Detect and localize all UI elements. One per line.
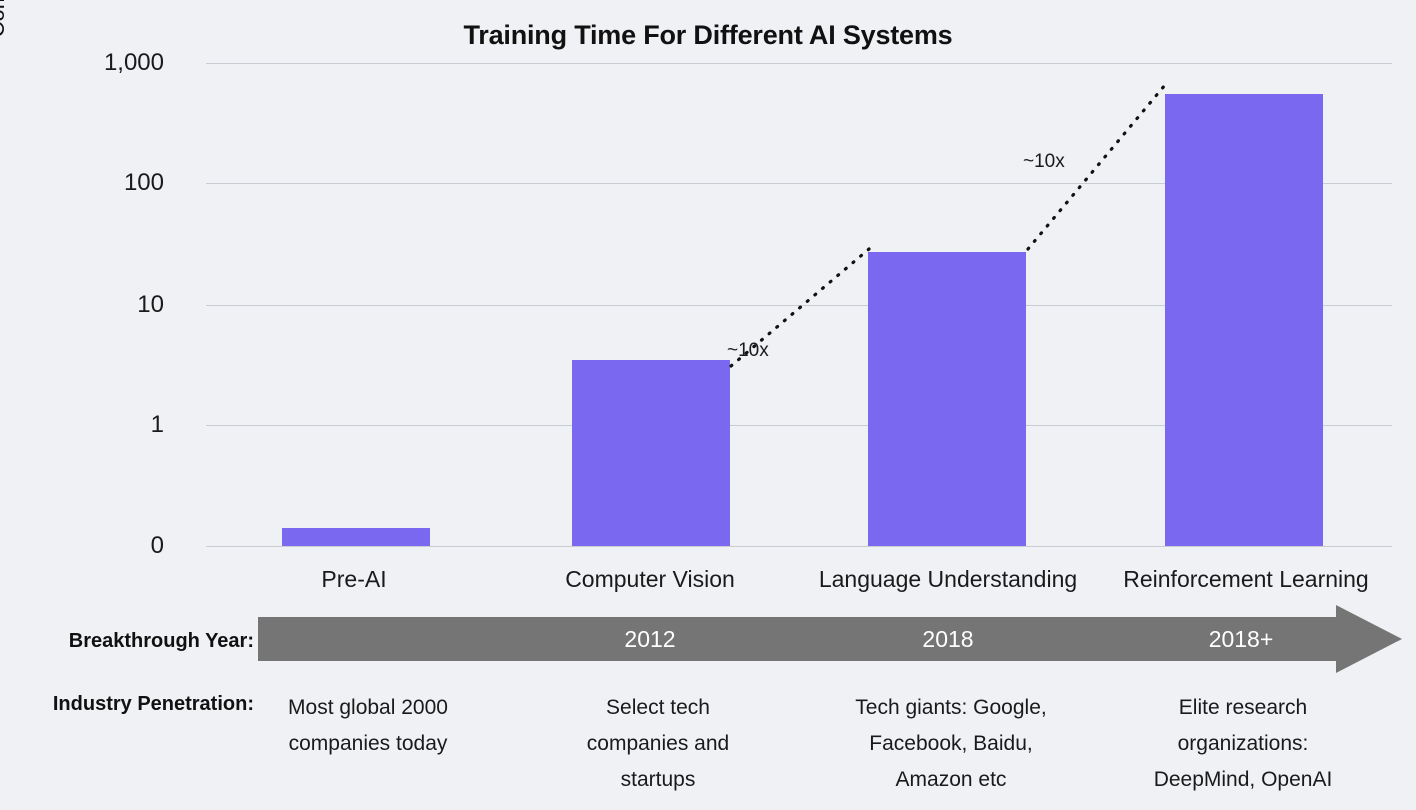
gridline-1000	[206, 63, 1392, 64]
growth-label-2: ~10x	[1023, 151, 1065, 172]
penetration-line: Amazon etc	[895, 768, 1007, 791]
growth-label-1: ~10x	[727, 340, 769, 361]
ytick-label-100: 100	[123, 169, 164, 196]
penetration-line: Select tech	[606, 696, 710, 719]
gridline-0	[206, 546, 1392, 547]
penetration-line: DeepMind, OpenAI	[1153, 768, 1333, 791]
chart-slide: Training Time For Different AI Systems C…	[0, 0, 1416, 810]
bar-pre-ai[interactable]	[282, 528, 430, 546]
breakthrough-year-value-computer-vision: 2012	[624, 626, 676, 652]
category-label-language-understanding: Language Understanding	[818, 566, 1078, 592]
penetration-line: Facebook, Baidu,	[869, 732, 1033, 755]
bar-language-understanding[interactable]	[868, 252, 1026, 546]
penetration-line: companies and	[586, 732, 730, 755]
penetration-line: startups	[620, 768, 696, 791]
breakthrough-year-value-language-understanding: 2018	[922, 626, 974, 652]
penetration-line: Most global 2000	[288, 696, 448, 719]
penetration-line: companies today	[288, 732, 448, 755]
category-label-computer-vision: Computer Vision	[565, 566, 735, 592]
ytick-label-0: 0	[150, 532, 164, 559]
penetration-line: organizations:	[1177, 732, 1309, 755]
industry-penetration-language-understanding: Tech giants: Google, Facebook, Baidu, Amaz…	[826, 690, 1076, 798]
penetration-line: Elite research	[1178, 696, 1308, 719]
category-label-pre-ai: Pre-AI	[321, 566, 387, 592]
penetration-line: Tech giants: Google,	[855, 696, 1047, 719]
breakthrough-year-value-reinforcement-learning: 2018+	[1208, 626, 1274, 652]
industry-penetration-reinforcement-learning: Elite research organizations: DeepMind, Op…	[1118, 690, 1368, 798]
industry-penetration-computer-vision: Select tech companies and startups	[540, 690, 776, 798]
industry-penetration-pre-ai: Most global 2000 companies today	[248, 690, 488, 762]
breakthrough-year-row-label: Breakthrough Year:	[68, 630, 254, 652]
bar-reinforcement-learning[interactable]	[1165, 94, 1323, 546]
ytick-label-1: 1	[150, 411, 164, 438]
bar-computer-vision[interactable]	[572, 360, 730, 546]
industry-penetration-row-label: Industry Penetration:	[52, 693, 254, 715]
plot-area: 1,000 100 10 1 0 ~10x ~10x	[104, 49, 1392, 559]
category-label-reinforcement-learning: Reinforcement Learning	[1123, 566, 1369, 592]
ytick-label-1000: 1,000	[103, 49, 164, 76]
chart-title: Training Time For Different AI Systems	[463, 20, 953, 50]
ytick-label-10: 10	[137, 291, 164, 318]
